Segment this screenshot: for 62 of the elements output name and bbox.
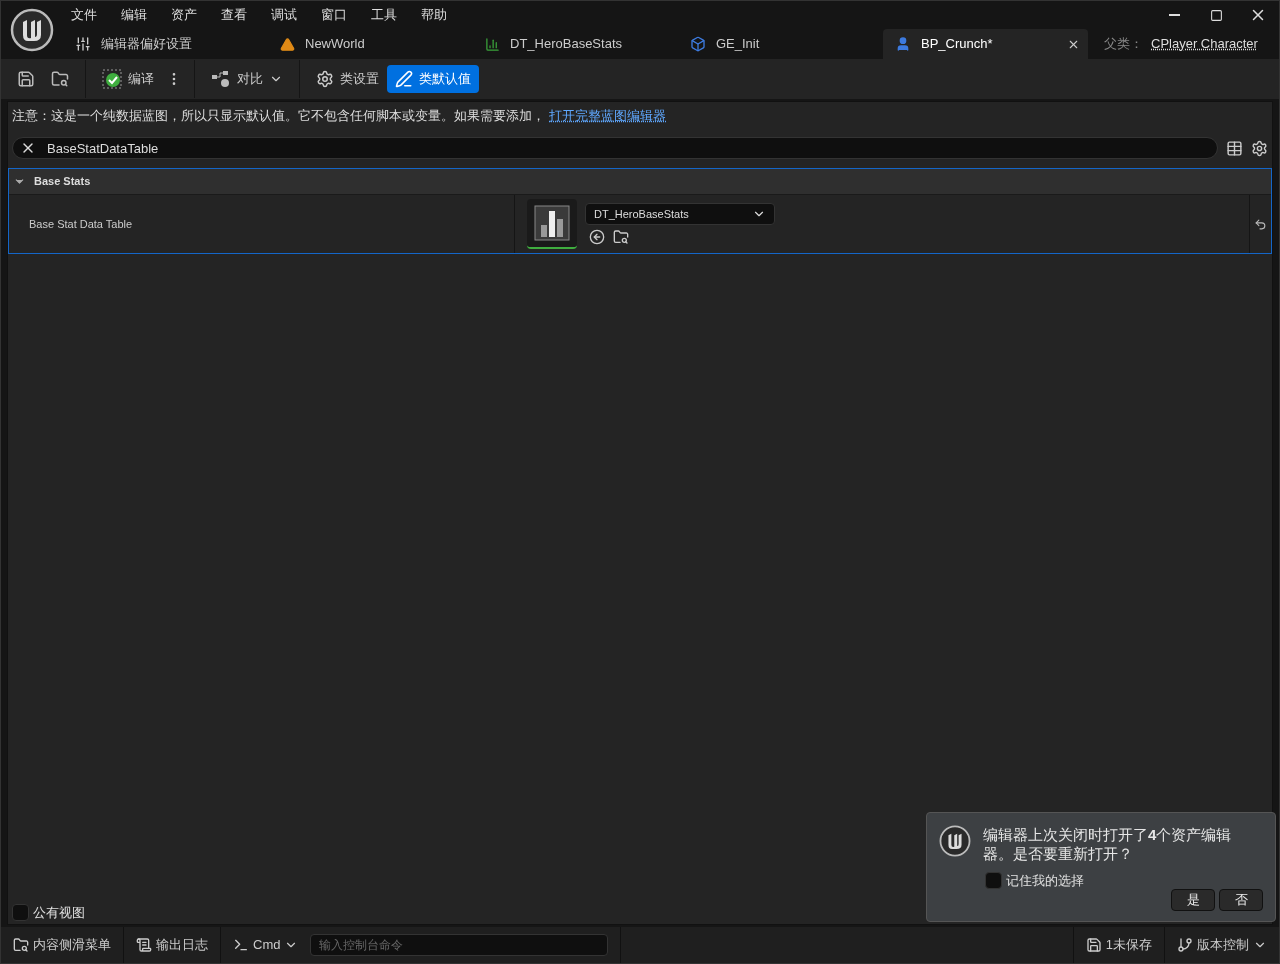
search-field[interactable]: BaseStatDataTable bbox=[12, 137, 1218, 159]
class-defaults-button[interactable]: 类默认值 bbox=[387, 65, 479, 93]
compile-button[interactable]: 编译 bbox=[94, 65, 162, 93]
menu-item[interactable]: 工具 bbox=[363, 5, 413, 25]
parent-class-link[interactable]: CPlayer Character bbox=[1151, 34, 1258, 54]
menu-item[interactable]: 资产 bbox=[163, 5, 213, 25]
use-selected-icon[interactable] bbox=[589, 229, 605, 245]
editor-tab[interactable]: 编辑器偏好设置 bbox=[63, 29, 268, 59]
parent-class-label: 父类： bbox=[1104, 35, 1143, 54]
remember-choice-label: 记住我的选择 bbox=[1006, 872, 1084, 890]
editor-tab[interactable]: NewWorld bbox=[268, 29, 473, 59]
asset-dropdown[interactable]: DT_HeroBaseStats bbox=[585, 203, 775, 225]
menu-item[interactable]: 调试 bbox=[263, 5, 313, 25]
browse-icon[interactable] bbox=[613, 229, 629, 245]
checkmark-icon bbox=[102, 69, 122, 89]
minimize-icon bbox=[1168, 14, 1180, 16]
diff-icon bbox=[211, 70, 231, 88]
gear-icon bbox=[316, 70, 334, 88]
folder-search-icon bbox=[51, 70, 69, 88]
log-icon bbox=[136, 937, 152, 953]
menu-item[interactable]: 编辑 bbox=[113, 5, 163, 25]
menu-item[interactable]: 文件 bbox=[63, 5, 113, 25]
sliders-icon bbox=[75, 36, 91, 52]
content-drawer-button[interactable]: 内容侧滑菜单 bbox=[1, 927, 123, 963]
source-control-button[interactable]: 版本控制 bbox=[1165, 927, 1279, 963]
property-name: Base Stat Data Table bbox=[29, 216, 133, 232]
cmd-button[interactable]: Cmd bbox=[221, 927, 311, 963]
folder-search-icon bbox=[13, 937, 29, 953]
unsaved-button[interactable]: 1未保存 bbox=[1073, 927, 1164, 963]
console-input[interactable]: 输入控制台命令 bbox=[310, 934, 609, 956]
editor-tab[interactable]: BP_Crunch* bbox=[883, 29, 1088, 59]
maximize-icon bbox=[1209, 8, 1223, 22]
dialog-button[interactable]: 否 bbox=[1219, 888, 1263, 911]
asset-thumbnail bbox=[527, 199, 577, 249]
menu-item[interactable]: 窗口 bbox=[313, 5, 363, 25]
logo-icon bbox=[10, 8, 54, 52]
category-header[interactable]: Base Stats bbox=[9, 169, 1271, 195]
cube-icon bbox=[690, 36, 706, 52]
logo-icon bbox=[939, 825, 971, 857]
notification-message: 编辑器上次关闭时打开了4个资产编辑器。是否要重新打开？ bbox=[983, 825, 1233, 863]
public-view-label: 公有视图 bbox=[33, 903, 85, 922]
dialog-button[interactable]: 是 bbox=[1171, 888, 1215, 911]
diff-button[interactable]: 对比 bbox=[203, 65, 291, 93]
settings-icon[interactable] bbox=[1251, 139, 1268, 157]
output-log-button[interactable]: 输出日志 bbox=[124, 927, 220, 963]
menu-item[interactable]: 帮助 bbox=[413, 5, 463, 25]
pen-icon bbox=[395, 70, 413, 88]
editor-tab[interactable]: GE_Init bbox=[678, 29, 883, 59]
checkbox[interactable] bbox=[12, 903, 29, 921]
open-editor-link[interactable]: 打开完整蓝图编辑器 bbox=[549, 108, 666, 124]
reset-icon[interactable] bbox=[1254, 217, 1267, 231]
notice-text: 注意：这是一个纯数据蓝图，所以只显示默认值。它不包含任何脚本或变量。如果需要添加， 打开完整蓝图编辑器 bbox=[12, 107, 666, 126]
terminal-icon bbox=[233, 937, 249, 953]
table-view-icon[interactable] bbox=[1226, 139, 1243, 157]
checkbox[interactable] bbox=[985, 872, 1002, 890]
chart-icon bbox=[485, 36, 500, 52]
class-settings-button[interactable]: 类设置 bbox=[308, 65, 387, 93]
branch-icon bbox=[1177, 937, 1193, 953]
editor-tab[interactable]: DT_HeroBaseStats bbox=[473, 29, 678, 59]
mountain-icon bbox=[280, 36, 295, 52]
menu-item[interactable]: 查看 bbox=[213, 5, 263, 25]
person-icon bbox=[895, 36, 911, 52]
